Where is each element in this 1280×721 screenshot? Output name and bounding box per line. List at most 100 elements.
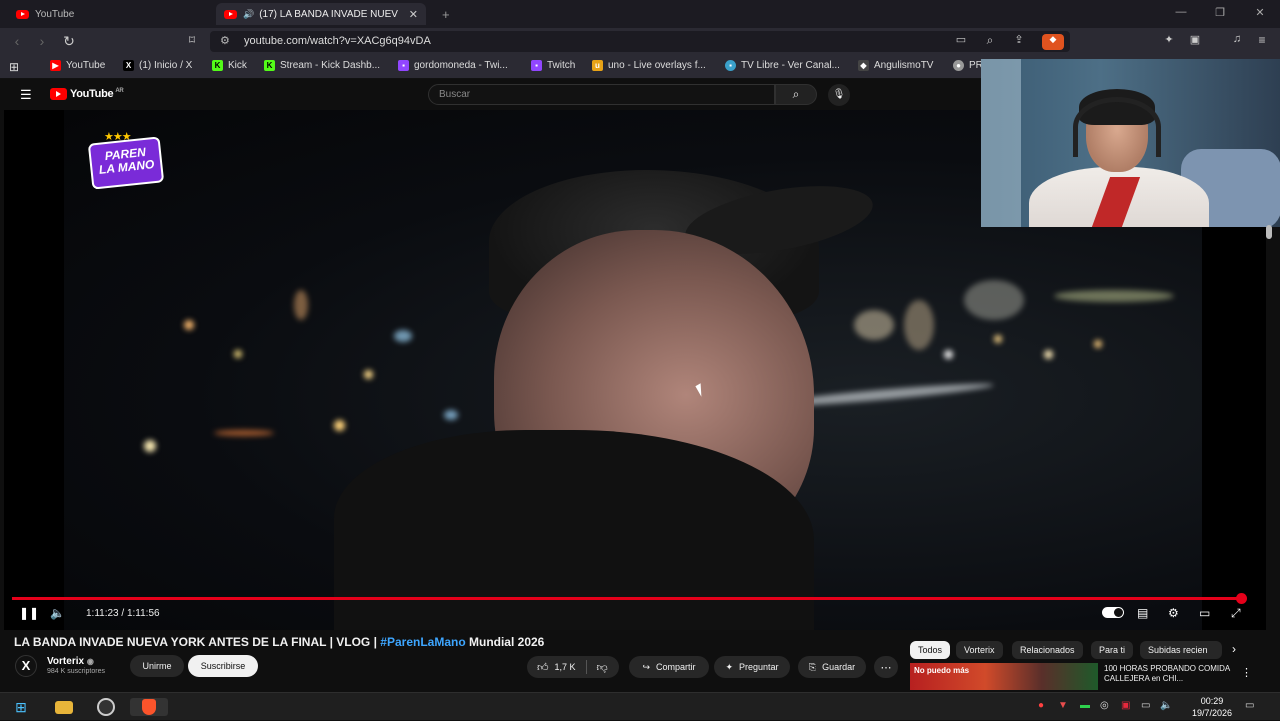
- hamburger-menu-icon[interactable]: ☰: [20, 87, 32, 103]
- cast-icon[interactable]: ▭: [952, 33, 970, 46]
- share-button[interactable]: ↪ Compartir: [629, 656, 709, 678]
- chip-relacionados[interactable]: Relacionados: [1012, 641, 1083, 659]
- bookmark-angulismo[interactable]: ◆ AngulismoTV: [858, 60, 933, 71]
- like-button[interactable]: 👍︎ 1,7 K: [537, 661, 576, 674]
- progress-knob[interactable]: [1236, 593, 1248, 604]
- sidebar-icon[interactable]: ▣: [1186, 33, 1204, 46]
- recommended-thumbnail[interactable]: No puedo más: [910, 663, 1098, 690]
- share-icon[interactable]: ⇪: [1010, 33, 1028, 46]
- tray-app-icon[interactable]: ▼: [1058, 700, 1068, 711]
- sparkle-icon: ✦: [725, 661, 733, 672]
- youtube-logo[interactable]: YouTube AR: [50, 88, 124, 100]
- obs-icon[interactable]: [97, 698, 115, 716]
- zoom-icon[interactable]: ⌕: [981, 33, 999, 48]
- bookmark-icon[interactable]: ⌑: [183, 33, 201, 47]
- speaker-icon[interactable]: 🔊: [243, 9, 254, 20]
- dislike-button[interactable]: 👎︎: [597, 661, 608, 674]
- network-icon[interactable]: ▭: [1141, 700, 1150, 711]
- bookmark-uno[interactable]: u uno - Live overlays f...: [592, 60, 706, 71]
- bookmark-kick-dashboard[interactable]: K Stream - Kick Dashb...: [264, 60, 380, 71]
- volume-icon[interactable]: 🔈: [50, 606, 65, 620]
- pause-icon[interactable]: ❚❚: [19, 606, 39, 620]
- tab-youtube[interactable]: YouTube: [8, 3, 208, 25]
- close-window-icon[interactable]: ✕: [1250, 6, 1270, 19]
- streamer-webcam: [981, 59, 1280, 227]
- autoplay-toggle[interactable]: [1102, 607, 1124, 618]
- scrollbar-thumb[interactable]: [1266, 225, 1272, 239]
- paren-la-mano-logo: ★★★ PAREN LA MANO: [87, 130, 165, 190]
- uno-icon: u: [592, 60, 603, 71]
- save-playlist-icon: ⎘: [808, 661, 817, 672]
- theater-mode-icon[interactable]: ▭: [1199, 606, 1210, 620]
- channel-name[interactable]: Vorterix ◉: [47, 656, 94, 667]
- minimize-icon[interactable]: —: [1171, 6, 1191, 18]
- twitch-icon: ▪: [398, 60, 409, 71]
- tab-active-video[interactable]: 🔊 (17) LA BANDA INVADE NUEV ✕: [216, 3, 426, 25]
- media-icon[interactable]: ♫: [1228, 33, 1246, 45]
- search-icon: ⌕: [792, 87, 800, 101]
- voice-search-button[interactable]: 🎙: [828, 84, 850, 106]
- new-tab-button[interactable]: +: [434, 3, 454, 25]
- bookmark-youtube[interactable]: ▶ YouTube: [50, 60, 105, 71]
- maximize-icon[interactable]: ❐: [1210, 6, 1230, 19]
- tray-red-app-icon[interactable]: ▣: [1121, 700, 1130, 711]
- like-dislike-group: 👍︎ 1,7 K 👎︎: [527, 656, 619, 678]
- share-arrow-icon: ↪: [642, 661, 651, 672]
- recommended-title[interactable]: 100 HORAS PROBANDO COMIDA CALLEJERA en C…: [1104, 664, 1234, 684]
- bookmark-kick[interactable]: K Kick: [212, 60, 247, 71]
- chip-vorterix[interactable]: Vorterix: [956, 641, 1003, 659]
- fullscreen-icon[interactable]: ⤢: [1231, 606, 1241, 621]
- site-settings-icon[interactable]: ⚙: [220, 34, 230, 47]
- brave-shield-icon[interactable]: ◆: [1042, 34, 1064, 50]
- chip-para-ti[interactable]: Para ti: [1091, 641, 1134, 659]
- subscribe-button[interactable]: Suscribirse: [188, 655, 258, 677]
- settings-icon[interactable]: ⚙: [1168, 606, 1179, 620]
- address-bar[interactable]: ⚙ youtube.com/watch?v=XACg6q94vDA: [210, 31, 1070, 52]
- menu-icon[interactable]: ≡: [1253, 33, 1271, 47]
- file-explorer-icon[interactable]: [55, 701, 73, 714]
- reload-icon[interactable]: ↻: [60, 33, 78, 50]
- taskbar-clock[interactable]: 00:29 19/7/2026: [1192, 695, 1232, 719]
- time-display: 1:11:23 / 1:11:56: [86, 608, 160, 619]
- youtube-icon: ▶: [50, 60, 61, 71]
- extensions-icon[interactable]: ✦: [1160, 33, 1178, 46]
- taskbar-brave-button[interactable]: [130, 698, 168, 716]
- notifications-icon[interactable]: ▭: [1245, 700, 1254, 711]
- ask-button[interactable]: ✦ Preguntar: [714, 656, 790, 678]
- chip-todos[interactable]: Todos: [910, 641, 951, 659]
- bookmark-x[interactable]: X (1) Inicio / X: [123, 60, 192, 71]
- bookmark-twitch[interactable]: ▪ Twitch: [531, 60, 575, 71]
- close-tab-icon[interactable]: ✕: [409, 8, 418, 21]
- tab-label: (17) LA BANDA INVADE NUEV: [259, 8, 398, 20]
- tab-label: YouTube: [35, 8, 75, 20]
- tray-record-icon[interactable]: ●: [1038, 700, 1044, 711]
- bookmark-pr[interactable]: ● PR: [953, 60, 983, 71]
- microphone-icon: 🎙: [832, 89, 846, 100]
- join-button[interactable]: Unirme: [130, 655, 184, 677]
- bookmark-twitch-gordomoneda[interactable]: ▪ gordomoneda - Twi...: [398, 60, 508, 71]
- headset-icon: [1073, 97, 1161, 157]
- save-button[interactable]: ⎘ Guardar: [798, 656, 866, 678]
- back-icon[interactable]: ‹: [8, 33, 26, 49]
- tray-obs-icon[interactable]: ◎: [1100, 700, 1109, 711]
- recommended-more-icon[interactable]: ⋮: [1241, 666, 1252, 679]
- chips-next-icon[interactable]: ›: [1232, 642, 1236, 656]
- subtitles-icon[interactable]: ▤: [1137, 606, 1148, 620]
- youtube-play-icon: [50, 88, 67, 100]
- region-code: AR: [115, 88, 124, 94]
- forward-icon[interactable]: ›: [33, 33, 51, 49]
- volume-tray-icon[interactable]: 🔈: [1160, 700, 1172, 711]
- bookmark-tv-libre[interactable]: ▪ TV Libre - Ver Canal...: [725, 60, 840, 71]
- windows-start-icon[interactable]: ⊞: [12, 698, 30, 716]
- search-input[interactable]: Buscar: [428, 84, 775, 105]
- more-actions-button[interactable]: ⋯: [874, 656, 898, 678]
- chip-subidas-recientes[interactable]: Subidas recien: [1140, 641, 1222, 659]
- hashtag-link[interactable]: #ParenLaMano: [380, 635, 465, 649]
- windows-taskbar: ⊞ ● ▼ ▬ ◎ ▣ ▭ 🔈 00:29 19/7/2026 ▭: [0, 692, 1280, 720]
- channel-avatar[interactable]: X: [15, 655, 37, 677]
- tray-nvidia-icon[interactable]: ▬: [1080, 700, 1090, 711]
- apps-grid-icon[interactable]: ⊞: [9, 60, 19, 74]
- progress-bar[interactable]: [12, 593, 1248, 604]
- twitch-icon: ▪: [531, 60, 542, 71]
- search-button[interactable]: ⌕: [775, 84, 817, 105]
